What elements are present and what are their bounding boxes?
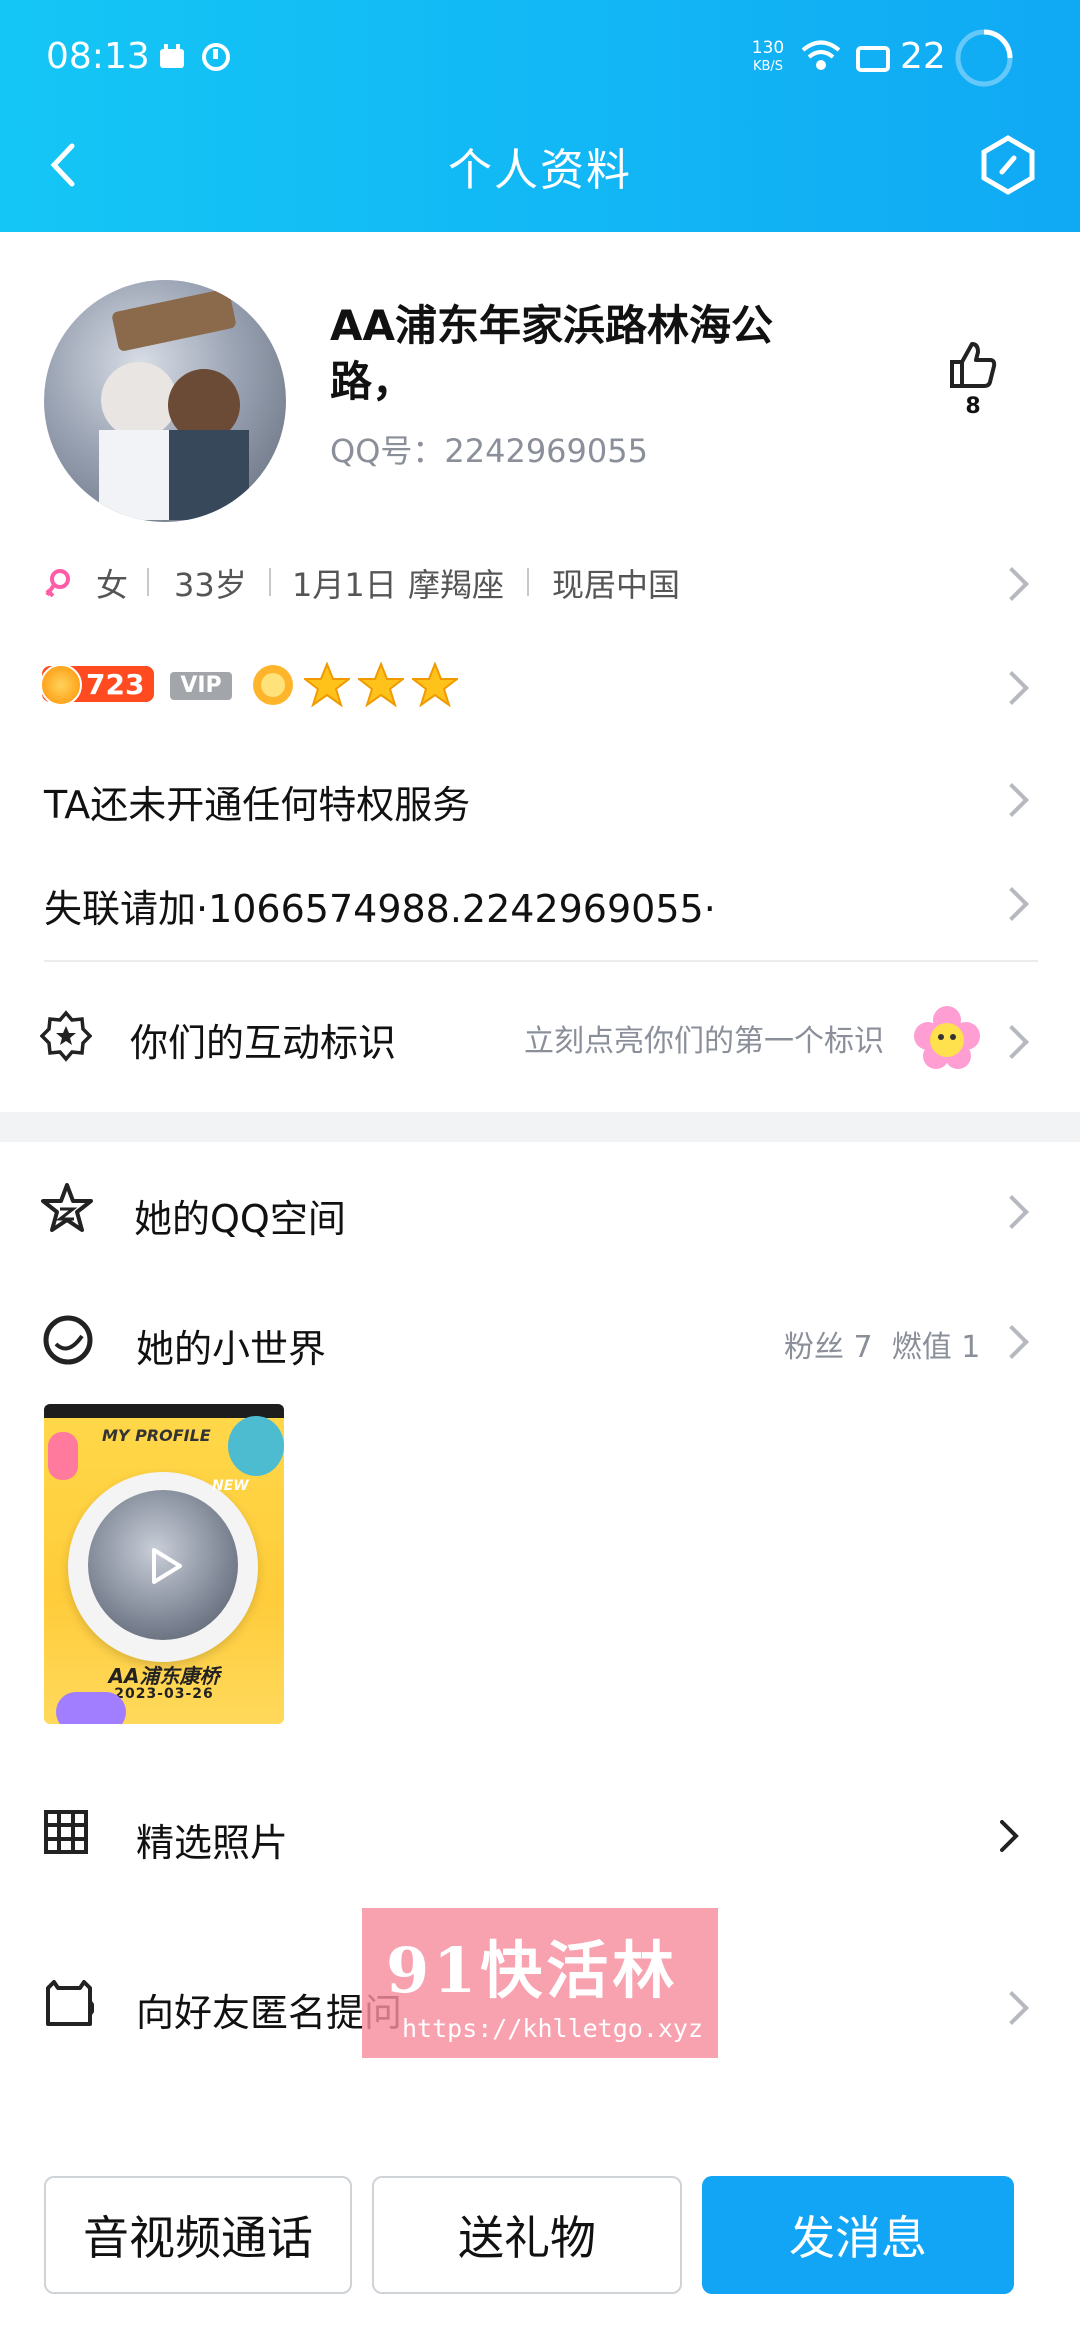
badge-star-icon — [39, 1010, 93, 1062]
watermark: 91快活林 https://khlletgo.xyz — [362, 1908, 718, 2058]
birthday: 1月1日 — [292, 566, 397, 604]
interaction-hint: 立刻点亮你们的第一个标识 — [524, 1024, 884, 1059]
balloon-decoration — [228, 1416, 284, 1476]
selected-photos-label: 精选照片 — [136, 1821, 289, 1865]
chevron-right-icon — [995, 671, 1029, 705]
chevron-right-icon — [995, 783, 1029, 817]
vip-badge: VIP — [170, 672, 232, 700]
chevron-right-icon — [995, 887, 1029, 921]
flower-mascot-icon — [914, 1006, 980, 1072]
send-message-button[interactable]: 发消息 — [702, 2176, 1014, 2294]
thumbs-up-icon[interactable] — [948, 340, 998, 390]
interaction-mark-row[interactable]: 你们的互动标识 立刻点亮你们的第一个标识 — [39, 1000, 1034, 1080]
separator — [269, 568, 271, 596]
net-speed-unit: KB/S — [752, 59, 784, 74]
sun-level-icon — [40, 664, 82, 706]
zodiac: 摩羯座 — [408, 566, 505, 604]
signature-text: 失联请加·1066574988.2242969055· — [44, 887, 716, 931]
qzone-row[interactable]: 她的QQ空间 — [40, 1176, 1034, 1246]
qq-number: QQ号：2242969055 — [330, 432, 648, 470]
small-world-label: 她的小世界 — [136, 1327, 327, 1371]
header-bar: 08:13 130 KB/S 22 个人资料 — [0, 0, 1080, 232]
status-time: 08:13 — [46, 36, 150, 77]
star-icon — [410, 661, 460, 708]
small-world-video-thumbnail[interactable]: MY PROFILE NEW AA浦东康桥 2023-03-26 — [44, 1404, 284, 1724]
chevron-right-icon — [995, 1991, 1029, 2025]
edit-settings-icon[interactable] — [980, 134, 1036, 196]
qzone-star-icon — [40, 1182, 94, 1236]
avatar[interactable] — [44, 280, 286, 522]
small-world-row[interactable]: 她的小世界 粉丝 7 燃值 1 — [40, 1306, 1034, 1376]
chevron-right-icon — [995, 1325, 1029, 1359]
separator — [527, 568, 529, 596]
level-number: 723 — [86, 668, 145, 701]
location: 现居中国 — [552, 566, 681, 604]
chevron-right-icon — [995, 567, 1029, 601]
grid-icon — [44, 1810, 88, 1854]
thumbnail-new-label: NEW — [212, 1478, 249, 1494]
chevron-right-icon — [995, 1025, 1029, 1059]
thumbnail-title-strip — [44, 1404, 284, 1418]
wifi-icon — [800, 38, 842, 74]
net-speed: 130 KB/S — [748, 40, 788, 75]
watermark-brand: 91快活林 — [386, 1934, 679, 2007]
gender: 女 — [96, 566, 129, 604]
privilege-text: TA还未开通任何特权服务 — [44, 783, 471, 827]
selected-photos-row[interactable]: 精选照片 — [40, 1800, 1034, 1870]
section-separator — [0, 1112, 1080, 1142]
box-cat-icon — [44, 1978, 95, 2028]
level-row[interactable]: 723 VIP — [40, 660, 1034, 716]
small-world-stats: 粉丝 7 燃值 1 — [784, 1330, 981, 1365]
qzone-label: 她的QQ空间 — [134, 1197, 346, 1241]
watermark-url: https://khlletgo.xyz — [402, 2014, 704, 2043]
battery-ring-icon — [954, 28, 1014, 88]
planet-ring-icon — [42, 1314, 94, 1366]
separator — [147, 568, 149, 596]
divider — [44, 960, 1038, 962]
signature-row[interactable]: 失联请加·1066574988.2242969055· — [44, 876, 1034, 932]
level-badge: 723 — [40, 664, 154, 706]
thumbnail-name: AA浦东康桥 — [108, 1664, 220, 1688]
female-icon — [44, 568, 72, 602]
av-call-button[interactable]: 音视频通话 — [44, 2176, 352, 2294]
chevron-right-icon — [995, 1195, 1029, 1229]
sun-icon — [250, 662, 296, 708]
star-icon — [356, 661, 406, 708]
star-icon — [302, 661, 352, 708]
thumbnail-caption: MY PROFILE — [102, 1426, 211, 1445]
age: 33岁 — [174, 566, 247, 604]
play-icon[interactable] — [134, 1536, 194, 1596]
basic-info-row[interactable]: 女 33岁 1月1日 摩羯座 现居中国 — [44, 560, 1034, 604]
cloud-decoration — [56, 1692, 126, 1724]
privilege-row[interactable]: TA还未开通任何特权服务 — [44, 772, 1034, 828]
chevron-right-icon — [998, 1818, 1022, 1854]
battery-level: 22 — [900, 36, 946, 77]
sync-icon — [200, 42, 232, 72]
calendar-icon — [158, 44, 186, 70]
rocket-decoration — [48, 1432, 78, 1480]
screen-icon — [856, 46, 890, 72]
interaction-label: 你们的互动标识 — [130, 1021, 397, 1065]
page-title: 个人资料 — [448, 145, 632, 196]
send-gift-button[interactable]: 送礼物 — [372, 2176, 682, 2294]
net-speed-value: 130 — [751, 38, 785, 58]
like-count: 8 — [965, 394, 981, 419]
profile-name: AA浦东年家浜路林海公路， — [330, 301, 774, 406]
